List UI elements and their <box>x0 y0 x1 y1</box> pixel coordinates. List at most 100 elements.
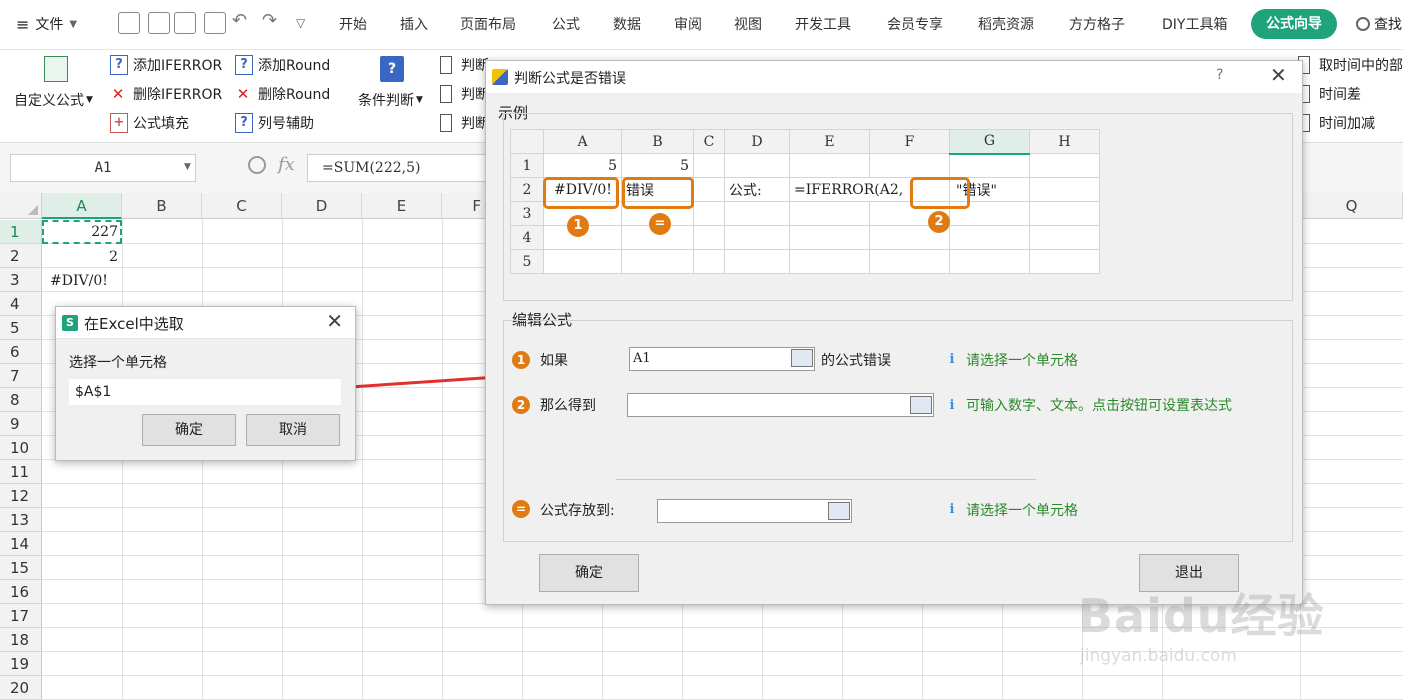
tab-docer[interactable]: 稻壳资源 <box>978 14 1034 34</box>
row-header[interactable]: 13 <box>0 508 42 532</box>
row-header[interactable]: 17 <box>0 604 42 628</box>
example-col-header: D <box>724 129 790 154</box>
cell-a1[interactable]: 227 <box>44 220 118 244</box>
tab-page-layout[interactable]: 页面布局 <box>460 14 516 34</box>
col-header-f[interactable]: F <box>442 193 486 219</box>
row-header[interactable]: 7 <box>0 364 42 388</box>
row-header[interactable]: 19 <box>0 652 42 676</box>
remove-round-button[interactable]: ✕ 删除Round <box>235 84 331 104</box>
close-icon[interactable]: ✕ <box>1270 63 1287 87</box>
formula-input[interactable]: =SUM(222,5) <box>307 154 487 182</box>
row-header[interactable]: 4 <box>0 292 42 316</box>
row-header[interactable]: 10 <box>0 436 42 460</box>
undo-icon[interactable]: ↶ <box>232 10 247 31</box>
step-badge-equals: = <box>649 213 671 235</box>
app-icon <box>492 69 508 85</box>
redo-icon[interactable]: ↷ <box>262 10 277 31</box>
file-menu[interactable]: ≡ 文件 ▼ <box>16 14 77 34</box>
judge-button-3[interactable]: 判断 <box>440 113 489 133</box>
tab-formula[interactable]: 公式 <box>552 14 580 34</box>
export-icon[interactable] <box>148 12 170 34</box>
zoom-icon[interactable] <box>248 156 266 174</box>
cancel-button[interactable]: 取消 <box>246 414 340 446</box>
col-header-q[interactable]: Q <box>1300 193 1403 219</box>
tab-formula-wizard[interactable]: 公式向导 <box>1251 9 1337 39</box>
tab-insert[interactable]: 插入 <box>400 14 428 34</box>
preview-icon[interactable] <box>204 12 226 34</box>
custom-formula-button[interactable]: 自定义公式 ▼ <box>14 90 93 110</box>
col-header-b[interactable]: B <box>122 193 202 219</box>
example-col-header: G <box>949 129 1030 155</box>
ok-button[interactable]: 确定 <box>142 414 236 446</box>
add-round-button[interactable]: ? 添加Round <box>235 55 330 75</box>
iferror-wizard-dialog: 判断公式是否错误 ? ✕ 示例 A B C D E F G H 1 5 5 2 … <box>485 60 1303 605</box>
tab-start[interactable]: 开始 <box>339 14 367 34</box>
remove-iferror-button[interactable]: ✕ 删除IFERROR <box>110 84 223 104</box>
time-part-button[interactable]: 取时间中的部 <box>1298 55 1403 75</box>
row-header[interactable]: 9 <box>0 412 42 436</box>
col-helper-button[interactable]: ? 列号辅助 <box>235 113 314 133</box>
tab-review[interactable]: 审阅 <box>674 14 702 34</box>
ok-button[interactable]: 确定 <box>539 554 639 592</box>
cell-reference-input[interactable]: $A$1 <box>69 379 341 405</box>
if-cell-input[interactable]: A1 <box>629 347 815 371</box>
if-hint: 请选择一个单元格 <box>966 353 1078 369</box>
fx-icon[interactable]: fx <box>278 154 295 175</box>
cell-picker-icon[interactable] <box>828 502 850 520</box>
watermark: Baidu经验 jingyan.baidu.com <box>1078 580 1325 666</box>
expression-picker-icon[interactable] <box>910 396 932 414</box>
save-icon[interactable] <box>118 12 140 34</box>
name-box[interactable]: A1 <box>10 154 196 182</box>
row-header[interactable]: 18 <box>0 628 42 652</box>
row-header[interactable]: 16 <box>0 580 42 604</box>
row-header[interactable]: 8 <box>0 388 42 412</box>
row-header[interactable]: 12 <box>0 484 42 508</box>
gridline <box>762 605 763 699</box>
cond-judge-icon: ? <box>380 56 404 82</box>
row-header[interactable]: 1 <box>0 220 42 244</box>
row-header[interactable]: 11 <box>0 460 42 484</box>
col-header-e[interactable]: E <box>362 193 442 219</box>
tab-ffgz[interactable]: 方方格子 <box>1069 14 1125 34</box>
highlight-g2 <box>910 177 970 209</box>
col-header-c[interactable]: C <box>202 193 282 219</box>
then-value-input[interactable] <box>627 393 934 417</box>
store-cell-input[interactable] <box>657 499 852 523</box>
row-header[interactable]: 5 <box>0 316 42 340</box>
row-header[interactable]: 20 <box>0 676 42 700</box>
search-button[interactable]: 查找 <box>1356 14 1402 34</box>
time-add-button[interactable]: 时间加减 <box>1298 113 1375 133</box>
judge-button-1[interactable]: 判断 <box>440 55 489 75</box>
tab-diy-toolbox[interactable]: DIY工具箱 <box>1162 14 1227 34</box>
help-icon[interactable]: ? <box>1216 67 1223 83</box>
cell-a3[interactable]: #DIV/0! <box>50 269 122 293</box>
cell-picker-icon[interactable] <box>791 349 813 367</box>
print-icon[interactable] <box>174 12 196 34</box>
quick-access-more-icon[interactable]: ▽ <box>296 16 305 30</box>
divider <box>616 479 1036 480</box>
tab-view[interactable]: 视图 <box>734 14 762 34</box>
cond-judge-button[interactable]: 条件判断 ▼ <box>358 90 423 110</box>
row-header[interactable]: 6 <box>0 340 42 364</box>
row-header[interactable]: 3 <box>0 268 42 292</box>
chevron-down-icon[interactable]: ▼ <box>184 162 191 172</box>
tab-member[interactable]: 会员专享 <box>887 14 943 34</box>
store-hint: 请选择一个单元格 <box>966 503 1078 519</box>
example-col-header: C <box>693 129 725 154</box>
row-header[interactable]: 15 <box>0 556 42 580</box>
row-header[interactable]: 14 <box>0 532 42 556</box>
cell-a2[interactable]: 2 <box>44 245 118 269</box>
add-iferror-button[interactable]: ? 添加IFERROR <box>110 55 222 75</box>
judge-button-2[interactable]: 判断 <box>440 84 489 104</box>
close-icon[interactable]: ✕ <box>326 309 343 333</box>
tab-developer[interactable]: 开发工具 <box>795 14 851 34</box>
formula-fill-button[interactable]: + 公式填充 <box>110 113 189 133</box>
time-diff-button[interactable]: 时间差 <box>1298 84 1361 104</box>
col-header-d[interactable]: D <box>282 193 362 219</box>
col-header-a[interactable]: A <box>42 193 122 219</box>
row-header[interactable]: 2 <box>0 244 42 268</box>
chevron-down-icon: ▼ <box>69 18 78 30</box>
tab-data[interactable]: 数据 <box>613 14 641 34</box>
select-all-corner[interactable] <box>0 193 42 219</box>
select-cell-dialog: S 在Excel中选取 ✕ 选择一个单元格 $A$1 确定 取消 <box>55 306 356 461</box>
